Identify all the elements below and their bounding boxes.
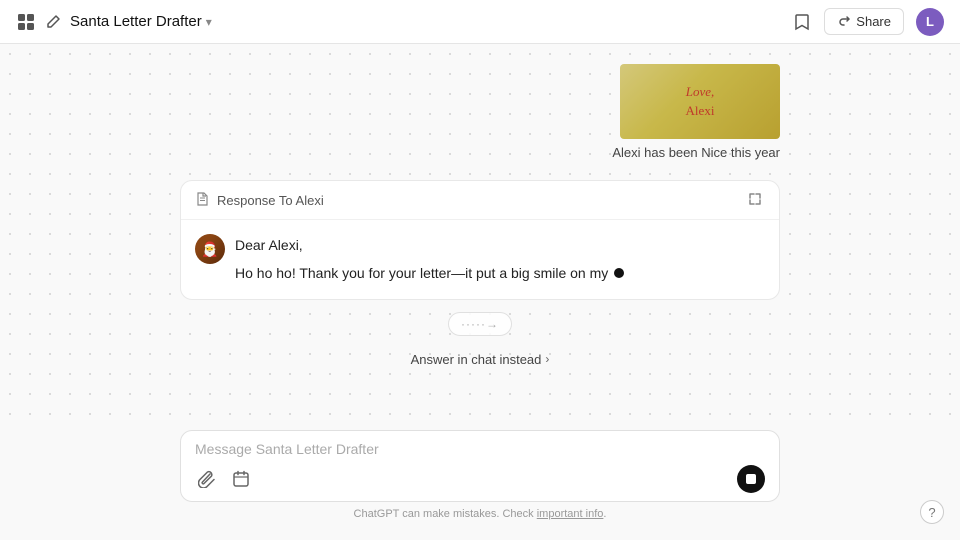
response-content: Dear Alexi, Ho ho ho! Thank you for your… (235, 234, 765, 291)
edit-icon[interactable] (44, 13, 62, 31)
response-header: Response To Alexi (181, 181, 779, 220)
input-icons-left (195, 467, 253, 491)
header-left: Santa Letter Drafter ▾ (16, 12, 212, 32)
assistant-avatar: 🎅 (195, 234, 225, 264)
bottom-area: ChatGPT can make mistakes. Check importa… (0, 422, 960, 540)
footer-link[interactable]: important info (537, 508, 604, 520)
letter-image: Love, Alexi (620, 64, 780, 139)
calendar-icon[interactable] (229, 467, 253, 491)
user-message: Love, Alexi Alexi has been Nice this yea… (180, 64, 780, 160)
letter-image-text: Love, Alexi (686, 83, 715, 119)
letter-caption: Alexi has been Nice this year (612, 145, 780, 160)
attachment-icon[interactable] (195, 467, 219, 491)
loading-dot (614, 268, 624, 278)
response-paragraph1: Dear Alexi, (235, 234, 765, 256)
app-title[interactable]: Santa Letter Drafter ▾ (70, 13, 212, 30)
share-button[interactable]: Share (824, 8, 904, 35)
grid-icon[interactable] (16, 12, 36, 32)
response-row: 🎅 Dear Alexi, Ho ho ho! Thank you for yo… (181, 220, 779, 299)
help-button[interactable]: ? (920, 500, 944, 524)
stop-button[interactable] (737, 465, 765, 493)
header-right: Share L (792, 8, 944, 36)
footer-text: ChatGPT can make mistakes. Check importa… (180, 508, 780, 520)
response-label: Response To Alexi (217, 193, 324, 208)
stop-icon (746, 474, 756, 484)
main-content: Love, Alexi Alexi has been Nice this yea… (0, 44, 960, 540)
title-chevron-icon: ▾ (206, 15, 212, 29)
response-block: Response To Alexi 🎅 Dear Alexi, Ho ho ho… (180, 180, 780, 300)
share-icon (837, 15, 851, 29)
user-avatar[interactable]: L (916, 8, 944, 36)
generating-bar: ·····→ (448, 312, 512, 336)
response-header-left: Response To Alexi (195, 192, 324, 208)
bookmark-icon[interactable] (792, 12, 812, 32)
response-paragraph2: Ho ho ho! Thank you for your letter—it p… (235, 262, 765, 284)
document-icon (195, 192, 211, 208)
expand-icon[interactable] (747, 191, 765, 209)
message-input[interactable] (195, 441, 765, 457)
generating-indicator: ·····→ (448, 312, 512, 336)
input-toolbar (195, 465, 765, 493)
answer-chevron-icon: › (545, 352, 549, 366)
answer-in-chat-container: Answer in chat instead › (411, 352, 550, 367)
header: Santa Letter Drafter ▾ Share L (0, 0, 960, 44)
chat-area: Love, Alexi Alexi has been Nice this yea… (0, 44, 960, 422)
message-input-container (180, 430, 780, 502)
answer-in-chat-link[interactable]: Answer in chat instead › (411, 352, 550, 367)
